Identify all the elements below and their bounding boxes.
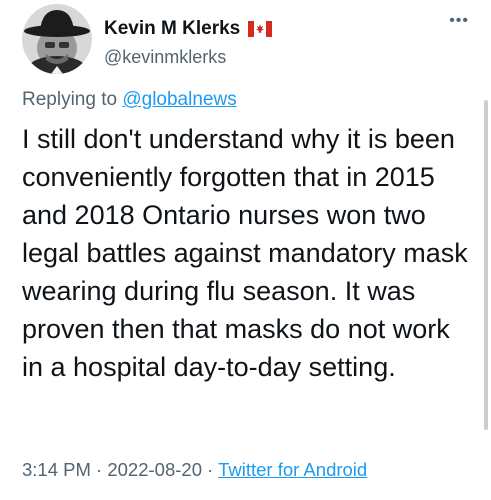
tweet-text: I still don't understand why it is been … xyxy=(22,124,468,382)
tweet-source-link[interactable]: Twitter for Android xyxy=(218,459,367,480)
scrollbar[interactable] xyxy=(484,100,488,430)
tweet-meta: 3:14 PM · 2022-08-20 · Twitter for Andro… xyxy=(22,459,367,481)
author-name-row[interactable]: Kevin M Klerks xyxy=(104,18,273,40)
author-display-name[interactable]: Kevin M Klerks xyxy=(104,18,240,40)
reply-mention-link[interactable]: @globalnews xyxy=(122,89,236,110)
avatar[interactable] xyxy=(22,4,92,74)
canada-flag-icon xyxy=(248,21,273,37)
meta-separator: · xyxy=(90,459,108,480)
meta-separator: · xyxy=(202,459,219,480)
avatar-photo xyxy=(22,4,92,74)
more-options-icon[interactable]: ••• xyxy=(449,12,469,30)
replying-to-line: Replying to @globalnews xyxy=(22,89,237,111)
replying-to-label: Replying to xyxy=(22,89,123,110)
tweet-time: 3:14 PM xyxy=(22,459,91,480)
author-handle[interactable]: @kevinmklerks xyxy=(104,47,226,68)
tweet-date: 2022-08-20 xyxy=(107,459,202,480)
